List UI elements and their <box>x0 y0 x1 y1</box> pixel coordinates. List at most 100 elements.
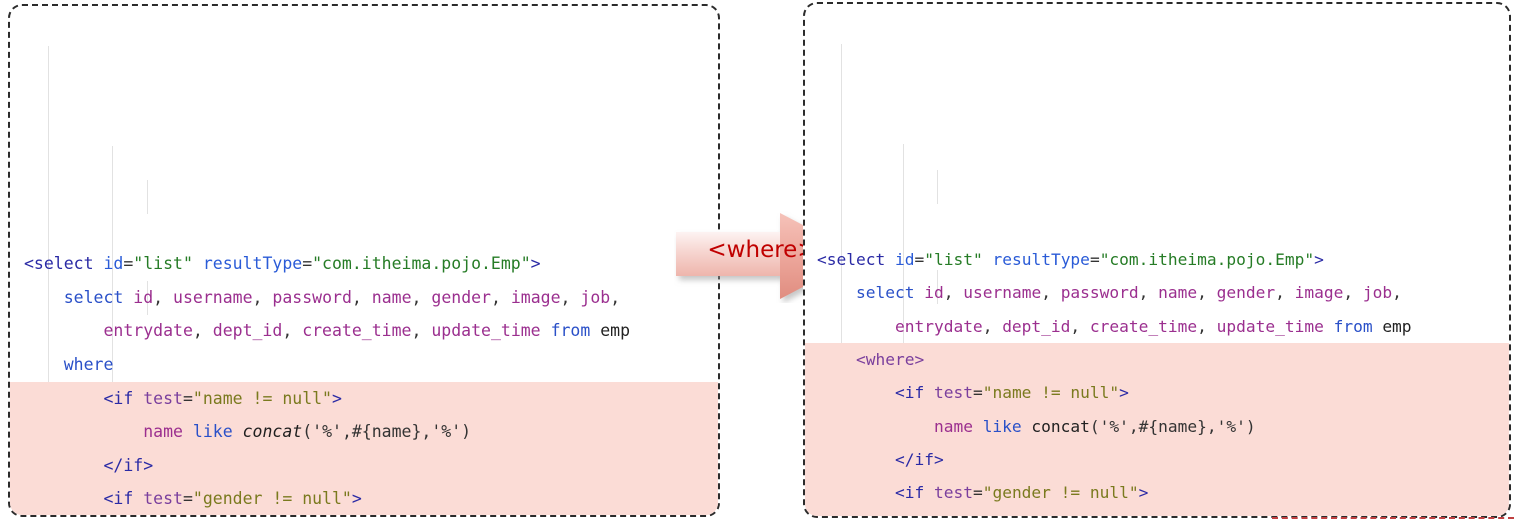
code-token-tag: <if <box>894 483 925 503</box>
code-token-col: password <box>1060 283 1139 303</box>
code-token-col: dept_id <box>212 321 283 341</box>
code-line: name like concat('%',#{name},'%') <box>10 415 718 449</box>
code-line: <where> <box>805 342 1509 377</box>
code-token-punc: , <box>1275 283 1295 303</box>
code-token-str: "list" <box>133 254 193 274</box>
code-token-kw: and <box>934 516 963 518</box>
code-token-str: "list" <box>924 250 983 270</box>
code-token-kw: select <box>855 283 915 303</box>
code-token-punc: = <box>972 483 983 503</box>
code-line: select id, username, password, name, gen… <box>10 281 718 315</box>
code-token-punc: = <box>182 489 193 509</box>
code-token-punc: , <box>192 321 213 341</box>
code-token-olive: "name != null" <box>982 383 1120 403</box>
code-token-col: username <box>963 283 1042 303</box>
code-token-olive: "gender != null" <box>982 483 1139 503</box>
code-token-col: gender <box>1216 283 1276 303</box>
indent-guide <box>937 170 938 204</box>
code-token-col: entrydate <box>103 321 193 341</box>
code-token-tag: <if <box>103 489 134 509</box>
code-line: <if test="name != null"> <box>805 376 1509 410</box>
code-line: <if test="gender != null"> <box>805 476 1509 510</box>
code-line: entrydate, dept_id, create_time, update_… <box>805 310 1509 343</box>
code-token-col: update_time <box>431 321 541 341</box>
code-token-punc: , <box>943 283 964 303</box>
code-token-tag: > <box>332 388 342 408</box>
code-line: name like concat('%',#{name},'%') <box>805 409 1509 443</box>
code-token-olive: "gender != null" <box>192 489 352 509</box>
code-token-kw: from <box>1333 316 1373 336</box>
code-token-plain: emp <box>1382 316 1412 336</box>
code-token-punc: = <box>302 254 313 274</box>
code-token-punc: , <box>1197 316 1217 336</box>
code-token-col: job <box>1362 283 1393 303</box>
code-block-before: <select id="list" resultType="com.itheim… <box>10 6 718 517</box>
code-token-tag: <select <box>24 254 94 274</box>
code-block-after: <select id="list" resultType="com.itheim… <box>805 4 1509 518</box>
code-token-col: name <box>143 422 183 442</box>
code-token-tag: </if> <box>894 449 944 469</box>
code-token-tagp: <where> <box>855 349 925 369</box>
code-token-punc: , <box>1070 316 1090 336</box>
code-token-attrv: test <box>143 388 183 408</box>
code-token-kw: like <box>982 416 1022 436</box>
code-token-punc: , <box>491 287 511 307</box>
code-token-punc: ('%',#{name},'%') <box>302 422 472 442</box>
code-token-punc: = <box>123 254 134 274</box>
code-token-col: id <box>924 283 944 303</box>
code-line: </if> <box>10 448 718 483</box>
code-line: select id, username, password, name, gen… <box>805 276 1509 309</box>
code-token-col: name <box>371 287 412 307</box>
code-token-attrv: test <box>933 383 973 403</box>
code-token-punc: , <box>1343 283 1363 303</box>
code-token-tag: <if <box>103 388 134 408</box>
code-token-col: id <box>133 287 154 307</box>
code-token-col: update_time <box>1216 316 1324 336</box>
code-line: <if test="gender != null"> <box>10 482 718 515</box>
indent-guide <box>147 180 148 214</box>
code-token-kw: select <box>63 287 124 307</box>
code-token-attrv: test <box>933 483 973 503</box>
code-token-col: name <box>933 416 973 436</box>
code-token-punc: , <box>411 287 432 307</box>
code-token-col: username <box>173 287 253 307</box>
code-token-col: image <box>1294 283 1344 303</box>
code-token-punc: , <box>560 287 581 307</box>
code-token-tag: > <box>1314 250 1324 270</box>
code-token-olive: "name != null" <box>192 388 332 408</box>
code-token-plain: emp <box>600 321 631 341</box>
code-panel-after: <select id="list" resultType="com.itheim… <box>803 2 1511 518</box>
code-token-punc: = <box>1089 250 1100 270</box>
code-token-punc: , <box>1197 283 1217 303</box>
code-panel-before: <select id="list" resultType="com.itheim… <box>8 4 720 517</box>
code-token-col: password <box>272 287 352 307</box>
code-token-col: create_time <box>1089 316 1198 336</box>
code-token-tag: > <box>530 254 541 274</box>
code-token-tag: </if> <box>103 455 154 475</box>
code-token-tag: > <box>351 489 362 509</box>
code-token-attr: resultType <box>992 250 1090 270</box>
code-token-attrv: test <box>143 489 183 509</box>
code-token-fn: concat <box>242 422 303 442</box>
code-line: and gender = #{gender} <box>10 516 718 517</box>
code-token-punc: = <box>972 383 983 403</box>
code-token-col: job <box>580 287 611 307</box>
